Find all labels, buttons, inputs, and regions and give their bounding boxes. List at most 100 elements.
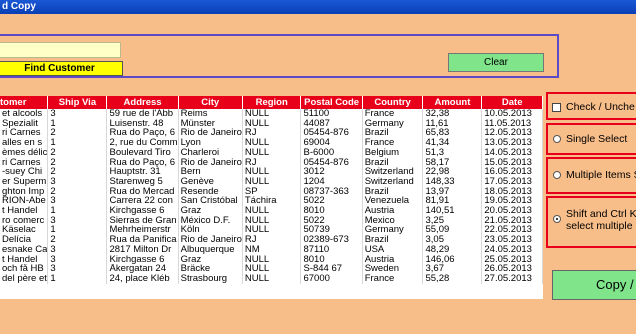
table-cell: RJ — [242, 235, 302, 245]
column-header-customer[interactable]: tomer — [0, 96, 49, 109]
table-row[interactable]: RION-Abe 3 Carrera 22 con San Cristóbal Tách… — [0, 196, 543, 207]
table-cell: 17.05.2013 — [481, 176, 543, 187]
table-cell: Münster — [178, 118, 243, 129]
table-row[interactable]: ro comerc 3 Sierras de Gran México D.F. NULL… — [0, 215, 543, 226]
check-uncheck-option[interactable]: Check / Unche — [546, 92, 636, 120]
shift-ctrl-label-line1: Shift and Ctrl K — [566, 208, 636, 220]
table-row[interactable]: alles en s 1 2, rue du Comm Lyon NULL 69004 Fr… — [0, 138, 543, 148]
table-cell: ri Carnes — [0, 157, 49, 168]
table-cell: Graz — [178, 254, 243, 265]
table-cell: 32,38 — [422, 109, 483, 119]
single-select-radio[interactable] — [553, 135, 561, 143]
table-cell: 5022 — [300, 196, 363, 207]
table-cell: ri Carnes — [0, 128, 49, 139]
table-row[interactable]: esnake Ca 3 2817 Milton Dr Albuquerque NM 871… — [0, 244, 543, 255]
table-cell: 27.05.2013 — [481, 273, 543, 284]
table-cell: 11.05.2013 — [481, 118, 543, 129]
table-cell: 1 — [47, 225, 108, 236]
table-cell: Kirchgasse 6 — [106, 254, 179, 265]
table-row[interactable]: t Handel 1 Kirchgasse 6 Graz NULL 8010 Austria… — [0, 206, 543, 216]
table-cell: 3,67 — [422, 264, 483, 274]
table-row[interactable]: ri Carnes 2 Rua do Paço, 6 Rio de Janeiro RJ… — [0, 128, 543, 139]
table-cell: Rua do Paço, 6 — [106, 157, 179, 168]
table-cell: NM — [242, 244, 302, 255]
table-row[interactable]: del père et 1 24, place Kléb Strasbourg NULL… — [0, 273, 543, 284]
table-cell: 16.05.2013 — [481, 167, 543, 177]
table-cell: 51,3 — [422, 147, 483, 158]
column-header-ship-via[interactable]: Ship Via — [47, 96, 108, 109]
table-cell: 21.05.2013 — [481, 215, 543, 226]
table-cell: t Handel — [0, 254, 49, 265]
table-cell: 148,33 — [422, 176, 483, 187]
table-cell: -suey Chi — [0, 167, 49, 177]
table-cell: Graz — [178, 206, 243, 216]
column-header-postal-code[interactable]: Postal Code — [300, 96, 363, 109]
table-cell: 44087 — [300, 118, 363, 129]
table-cell: Venezuela — [362, 196, 424, 207]
table-cell: 8010 — [300, 254, 363, 265]
table-cell: 24.05.2013 — [481, 244, 543, 255]
multiple-items-label: Multiple Items S — [566, 169, 636, 181]
clear-button[interactable]: Clear — [448, 53, 544, 72]
multiple-items-option[interactable]: Multiple Items S — [546, 157, 636, 194]
table-cell: 23.05.2013 — [481, 235, 543, 245]
column-header-country[interactable]: Country — [362, 96, 424, 109]
column-header-region[interactable]: Region — [242, 96, 302, 109]
table-cell: Rua do Paço, 6 — [106, 128, 179, 139]
column-header-date[interactable]: Date — [481, 96, 543, 109]
single-select-option[interactable]: Single Select — [546, 123, 636, 155]
table-row[interactable]: och få HB 3 Åkergatan 24 Bräcke NULL S-844 67… — [0, 264, 543, 274]
table-cell: NULL — [242, 118, 302, 129]
column-header-address[interactable]: Address — [106, 96, 179, 109]
table-cell: France — [362, 273, 424, 284]
table-row[interactable]: ghton Imp 2 Rua do Mercad Resende SP 08737-36… — [0, 186, 543, 197]
table-row[interactable]: er Superm 3 Starenweg 5 Genève NULL 1204 Switz… — [0, 176, 543, 187]
table-cell: 3 — [47, 109, 108, 119]
shift-ctrl-option[interactable]: Shift and Ctrl K select multiple — [546, 196, 636, 248]
table-row[interactable]: Delícia 2 Rua da Panifica Rio de Janeiro RJ 0… — [0, 235, 543, 245]
check-uncheck-checkbox[interactable] — [552, 103, 561, 112]
column-header-city[interactable]: City — [178, 96, 243, 109]
table-cell: 3 — [47, 254, 108, 265]
column-header-amount[interactable]: Amount — [422, 96, 483, 109]
table-cell: 18.05.2013 — [481, 186, 543, 197]
table-cell: 14.05.2013 — [481, 147, 543, 158]
find-customer-button[interactable]: Find Customer — [0, 61, 123, 76]
table-cell: 5022 — [300, 215, 363, 226]
search-input[interactable] — [0, 42, 121, 58]
table-cell: NULL — [242, 109, 302, 119]
table-cell: Mehrheimerstr — [106, 225, 179, 236]
table-cell: 58,17 — [422, 157, 483, 168]
table-row[interactable]: et alcools 3 59 rue de l'Abb Reims NULL 51100… — [0, 109, 543, 119]
table-cell: 11,61 — [422, 118, 483, 129]
table-cell: 02389-673 — [300, 235, 363, 245]
table-cell: et alcools — [0, 109, 49, 119]
table-cell: Resende — [178, 186, 243, 197]
table-row[interactable]: ri Carnes 2 Rua do Paço, 6 Rio de Janeiro RJ… — [0, 157, 543, 168]
table-row[interactable]: t Handel 3 Kirchgasse 6 Graz NULL 8010 Austria… — [0, 254, 543, 265]
table-row[interactable]: -suey Chi 2 Hauptstr. 31 Bern NULL 3012 Switze… — [0, 167, 543, 177]
table-cell: Charleroi — [178, 147, 243, 158]
table-cell: Brazil — [362, 186, 424, 197]
table-cell: 08737-363 — [300, 186, 363, 197]
table-row[interactable]: èmes délic 2 Boulevard Tiro Charleroi NULL B-… — [0, 147, 543, 158]
table-cell: San Cristóbal — [178, 196, 243, 207]
table-row[interactable]: Käselac 1 Mehrheimerstr Köln NULL 50739 German… — [0, 225, 543, 236]
copy-button[interactable]: Copy / — [552, 270, 636, 300]
table-cell: Albuquerque — [178, 244, 243, 255]
table-cell: Sierras de Gran — [106, 215, 179, 226]
table-cell: 3012 — [300, 167, 363, 177]
table-cell: NULL — [242, 273, 302, 284]
table-row[interactable]: Spezialit 1 Luisenstr. 48 Münster NULL 44087 G… — [0, 118, 543, 129]
orders-table[interactable]: tomer Ship Via Address City Region Posta… — [0, 96, 543, 299]
table-cell: alles en s — [0, 138, 49, 148]
table-cell: 15.05.2013 — [481, 157, 543, 168]
table-cell: Sweden — [362, 264, 424, 274]
multiple-items-radio[interactable] — [553, 171, 561, 179]
table-cell: 69004 — [300, 138, 363, 148]
shift-ctrl-radio[interactable] — [553, 215, 561, 223]
table-cell: Käselac — [0, 225, 49, 236]
table-cell: Rio de Janeiro — [178, 235, 243, 245]
table-cell: 20.05.2013 — [481, 206, 543, 216]
table-cell: 3,05 — [422, 235, 483, 245]
